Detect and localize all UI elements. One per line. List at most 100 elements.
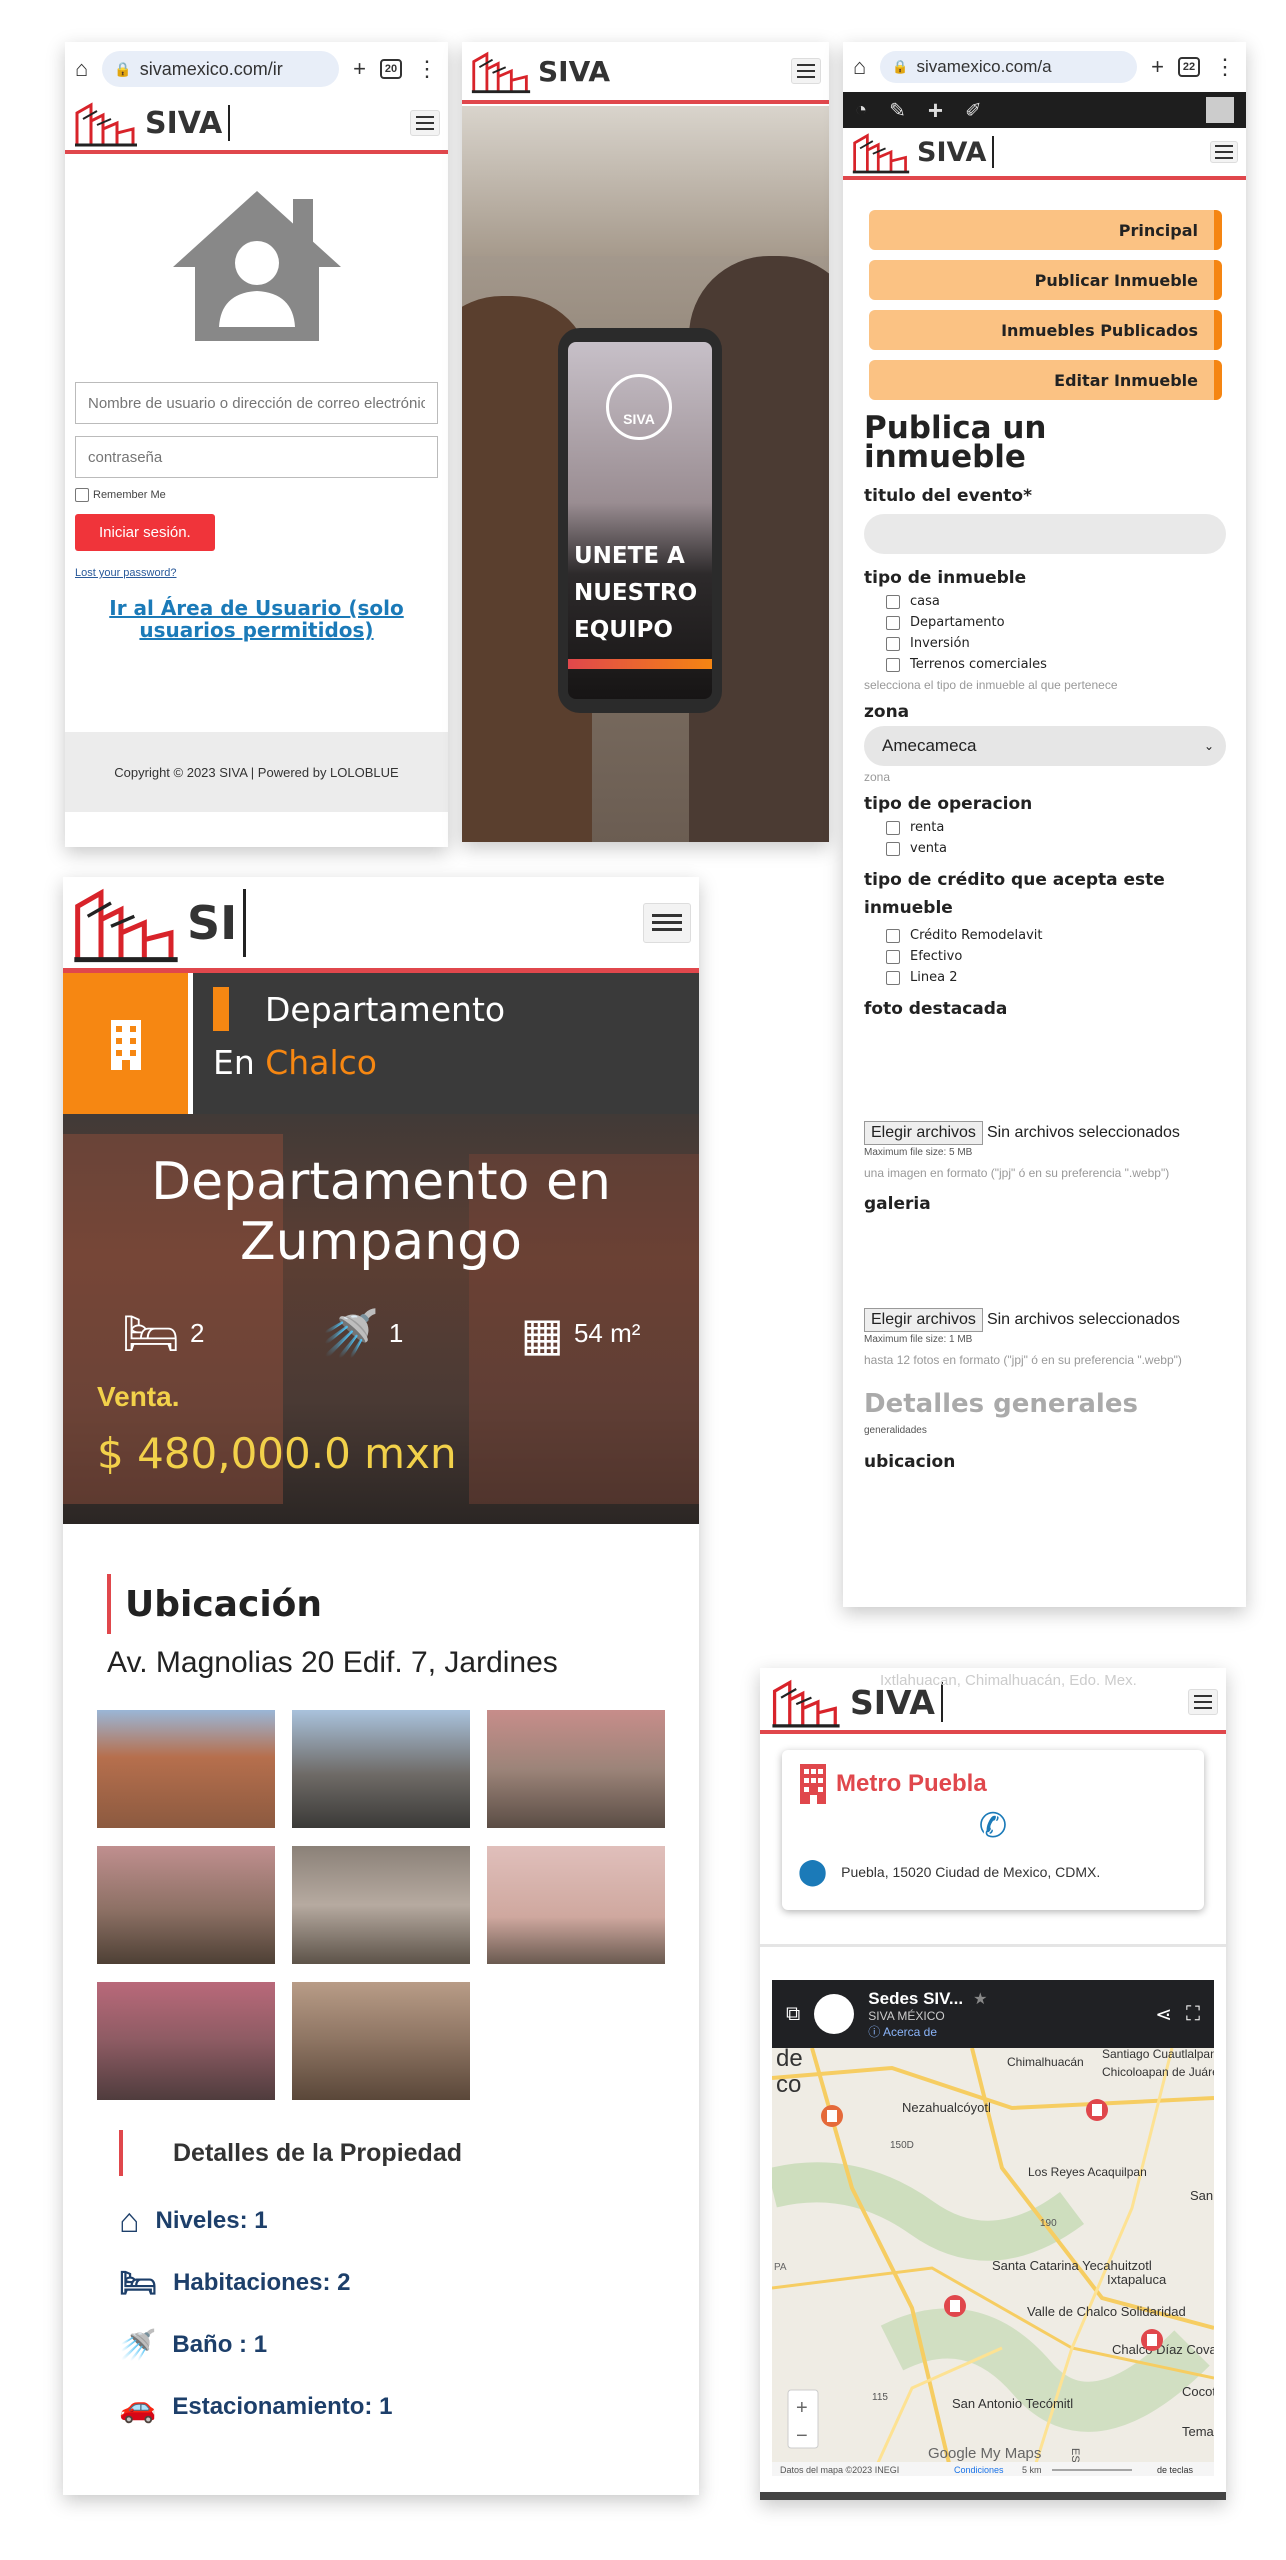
type-checkbox-terrenos[interactable]: Terrenos comerciales	[886, 657, 1226, 672]
star-icon[interactable]: ★	[973, 1989, 987, 2009]
map-avatar	[814, 1994, 855, 2034]
gallery-photo[interactable]	[292, 1710, 470, 1828]
operation-checkbox-venta[interactable]: venta	[886, 841, 1226, 856]
map-marker[interactable]	[821, 2105, 843, 2127]
map-label: Chalco Díaz Covarrubias	[1112, 2342, 1214, 2357]
map-marker[interactable]	[1141, 2329, 1163, 2351]
property-details: Detalles de la Propiedad ⌂ Niveles: 1 🛏 Ha…	[63, 2130, 699, 2438]
fullscreen-icon[interactable]: ⛶	[1186, 2003, 1200, 2026]
hamburger-menu-icon[interactable]	[1210, 141, 1238, 163]
credit-checkbox-remodelavit[interactable]: Crédito Remodelavit	[886, 928, 1226, 943]
hamburger-menu-icon[interactable]	[643, 902, 691, 943]
remember-checkbox[interactable]	[75, 488, 89, 502]
menu-principal-button[interactable]: Principal	[869, 210, 1222, 250]
login-submit-button[interactable]: Iniciar sesión.	[75, 514, 215, 551]
site-logo[interactable]: SIVA	[470, 48, 610, 94]
credit-checkbox-efectivo[interactable]: Efectivo	[886, 949, 1226, 964]
gallery-photo[interactable]	[97, 1846, 275, 1964]
bedrooms-count: 2	[189, 1318, 205, 1348]
type-checkbox-inversion[interactable]: Inversión	[886, 636, 1226, 651]
add-new-icon[interactable]: +	[928, 95, 943, 126]
customize-brush-icon[interactable]: ✎	[889, 98, 906, 123]
event-title-input[interactable]	[864, 514, 1226, 554]
zoom-out-button[interactable]: −	[796, 2425, 808, 2447]
hamburger-menu-icon[interactable]	[1188, 1689, 1218, 1715]
new-tab-icon[interactable]: +	[1151, 54, 1164, 80]
menu-publish-button[interactable]: Publicar Inmueble	[869, 260, 1222, 300]
type-checkbox-departamento[interactable]: Departamento	[886, 615, 1226, 630]
publish-form: Publica un inmueble titulo del evento* t…	[843, 413, 1246, 1472]
featured-file-input[interactable]: Elegir archivos Sin archivos seleccionad…	[864, 1121, 1226, 1145]
embedded-map[interactable]: ⧉ Sedes SIV... ★ SIVA MÉXICO ⓘ Acerca de…	[772, 1980, 1214, 2476]
tab-count-icon[interactable]: 22	[1178, 57, 1200, 77]
more-menu-icon[interactable]: ⋮	[416, 56, 438, 82]
new-tab-icon[interactable]: +	[353, 56, 366, 82]
address-bar[interactable]: 🔒 sivamexico.com/a	[880, 51, 1138, 83]
gallery-photo[interactable]	[97, 1710, 275, 1828]
user-avatar-icon[interactable]	[1206, 97, 1234, 123]
site-logo[interactable]: SI	[71, 883, 247, 963]
type-checkbox-casa[interactable]: casa	[886, 594, 1226, 609]
bed-icon: 🛏	[119, 2266, 158, 2300]
gallery-photo[interactable]	[487, 1846, 665, 1964]
password-input[interactable]	[75, 436, 438, 478]
gallery-photo[interactable]	[487, 1710, 665, 1828]
site-logo[interactable]: SIVA	[851, 130, 995, 174]
home-icon[interactable]: ⌂	[75, 56, 88, 82]
gallery-file-input[interactable]: Elegir archivos Sin archivos seleccionad…	[864, 1308, 1226, 1332]
operation-checkbox-renta[interactable]: renta	[886, 820, 1226, 835]
bathrooms-count: 1	[388, 1318, 404, 1348]
menu-edit-button[interactable]: Editar Inmueble	[869, 360, 1222, 400]
username-input[interactable]	[75, 382, 438, 424]
property-type-hint: selecciona el tipo de inmueble al que pe…	[864, 678, 1118, 692]
map-road-number: 115	[872, 2392, 888, 2403]
general-details-hint: generalidades	[864, 1425, 927, 1436]
zoom-in-button[interactable]: +	[796, 2397, 808, 2419]
featured-choose-button[interactable]: Elegir archivos	[864, 1121, 983, 1145]
map-canvas[interactable]: de co PA Chimalhuacán Santiago Cuautlalp…	[772, 2048, 1214, 2476]
map-marker[interactable]	[1086, 2099, 1108, 2121]
listing-city: Chalco	[265, 1043, 377, 1082]
menu-published-button[interactable]: Inmuebles Publicados	[869, 310, 1222, 350]
hamburger-menu-icon[interactable]	[791, 58, 821, 84]
gallery-photo[interactable]	[292, 1982, 470, 2100]
home-icon[interactable]: ⌂	[853, 54, 866, 80]
phone-headline: UNETE A NUESTRO EQUIPO	[574, 538, 697, 649]
zone-select[interactable]: Amecameca ⌄	[864, 726, 1226, 766]
bottom-bar	[760, 2492, 1226, 2500]
listing-type-block: Departamento En Chalco	[193, 973, 699, 1114]
zone-hint: zona	[864, 770, 891, 784]
dashboard-icon[interactable]: ◔	[855, 99, 867, 122]
location-accent	[107, 1574, 111, 1634]
headline-line-1: UNETE A	[574, 543, 685, 569]
sidebar-toggle-icon[interactable]: ⧉	[786, 2003, 800, 2026]
lock-icon: 🔒	[892, 59, 909, 74]
gallery-photo[interactable]	[292, 1846, 470, 1964]
branches-panel: Ixtlahuacan, Chimalhuacán, Edo. Mex. SIV…	[760, 1668, 1226, 2500]
publish-panel: ⌂ 🔒 sivamexico.com/a + 22 ⋮ ◔ ✎ + ✐ SIVA…	[843, 42, 1246, 1607]
gallery-choose-button[interactable]: Elegir archivos	[864, 1308, 983, 1332]
user-area-link[interactable]: Ir al Área de Usuario (solo usuarios per…	[75, 597, 438, 641]
address-bar[interactable]: 🔒 sivamexico.com/ir	[102, 51, 340, 87]
site-logo[interactable]: SIVA	[73, 99, 231, 147]
map-keyboard-shortcuts[interactable]: de teclas	[1157, 2465, 1194, 2475]
listing-type: Departamento	[265, 989, 506, 1029]
featured-max-size: Maximum file size: 5 MB	[864, 1147, 973, 1158]
hamburger-menu-icon[interactable]	[410, 110, 440, 136]
tab-count-icon[interactable]: 20	[380, 59, 402, 79]
edit-pencil-icon[interactable]: ✐	[965, 98, 982, 123]
gallery-photo[interactable]	[97, 1982, 275, 2100]
map-marker[interactable]	[944, 2295, 966, 2317]
lost-password-link[interactable]: Lost your password?	[75, 567, 438, 579]
map-terms-link[interactable]: Condiciones	[954, 2465, 1004, 2475]
map-label: Teman	[1182, 2424, 1214, 2439]
phone-mockup: SIVA UNETE A NUESTRO EQUIPO	[558, 328, 722, 713]
zone-selected-value: Amecameca	[882, 736, 977, 755]
address-text: sivamexico.com/a	[916, 57, 1052, 76]
map-label: PA	[774, 2262, 787, 2273]
more-menu-icon[interactable]: ⋮	[1214, 54, 1236, 80]
credit-checkbox-linea2[interactable]: Linea 2	[886, 970, 1226, 985]
phone-icon[interactable]: ✆	[798, 1806, 1188, 1846]
map-about-link[interactable]: ⓘ Acerca de	[868, 2023, 1141, 2040]
share-icon[interactable]: ⋖	[1155, 2002, 1172, 2027]
